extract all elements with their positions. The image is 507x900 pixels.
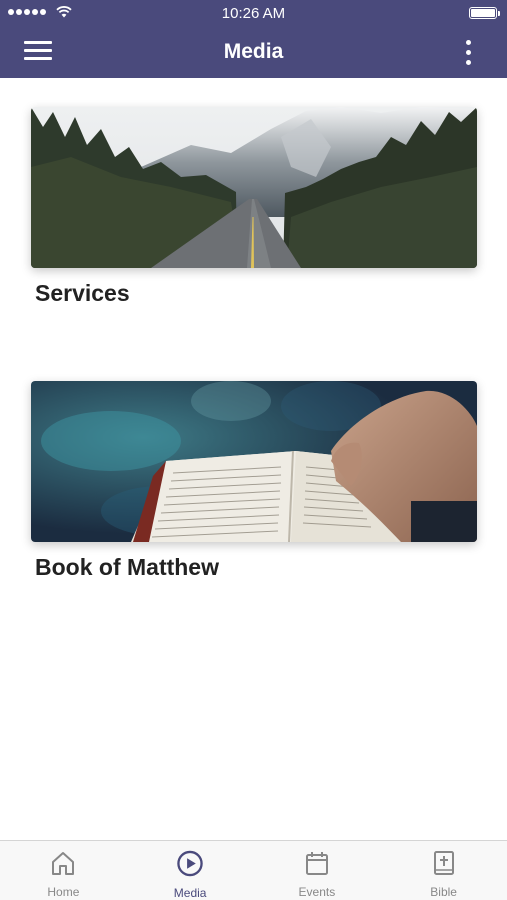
bottom-tab-bar: Home Media Events Bible <box>0 840 507 900</box>
hamburger-menu-icon[interactable] <box>24 41 54 63</box>
status-bar: 10:26 AM <box>0 0 507 26</box>
tab-home[interactable]: Home <box>0 841 127 900</box>
tab-events[interactable]: Events <box>254 841 381 900</box>
tab-home-label: Home <box>47 885 80 899</box>
calendar-icon <box>305 852 328 875</box>
media-card-services[interactable]: Services <box>31 107 477 307</box>
tab-bible[interactable]: Bible <box>380 841 507 900</box>
status-time: 10:26 AM <box>221 5 286 22</box>
tab-events-label: Events <box>298 885 336 899</box>
play-circle-icon <box>177 850 203 877</box>
tab-media-label: Media <box>173 886 207 900</box>
tab-bible-label: Bible <box>430 885 457 899</box>
media-card-title: Services <box>35 280 130 306</box>
page-title: Media <box>223 40 284 63</box>
media-card-book-of-matthew[interactable]: Book of Matthew <box>31 381 477 581</box>
more-vertical-icon[interactable] <box>459 40 477 68</box>
mountain-road-photo[interactable] <box>31 107 477 268</box>
bible-icon <box>433 851 454 875</box>
media-card-title: Book of Matthew <box>35 554 219 580</box>
open-bible-photo[interactable] <box>31 381 477 542</box>
battery-icon <box>469 7 500 19</box>
app-header: 10:26 AM Media <box>0 0 507 78</box>
nav-bar: Media <box>0 26 507 78</box>
home-icon <box>52 852 75 875</box>
tab-media[interactable]: Media <box>127 841 254 900</box>
